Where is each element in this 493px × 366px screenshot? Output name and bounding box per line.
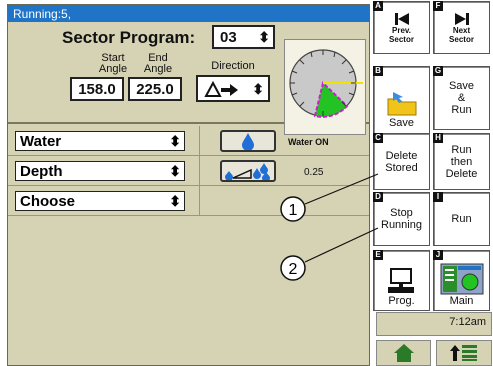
callout-1-leader: [304, 173, 379, 205]
callout-2-number: 2: [289, 261, 298, 278]
callout-overlay: 1 2: [280, 173, 379, 281]
callout-2-leader: [304, 227, 379, 263]
callout-1-number: 1: [289, 202, 298, 219]
